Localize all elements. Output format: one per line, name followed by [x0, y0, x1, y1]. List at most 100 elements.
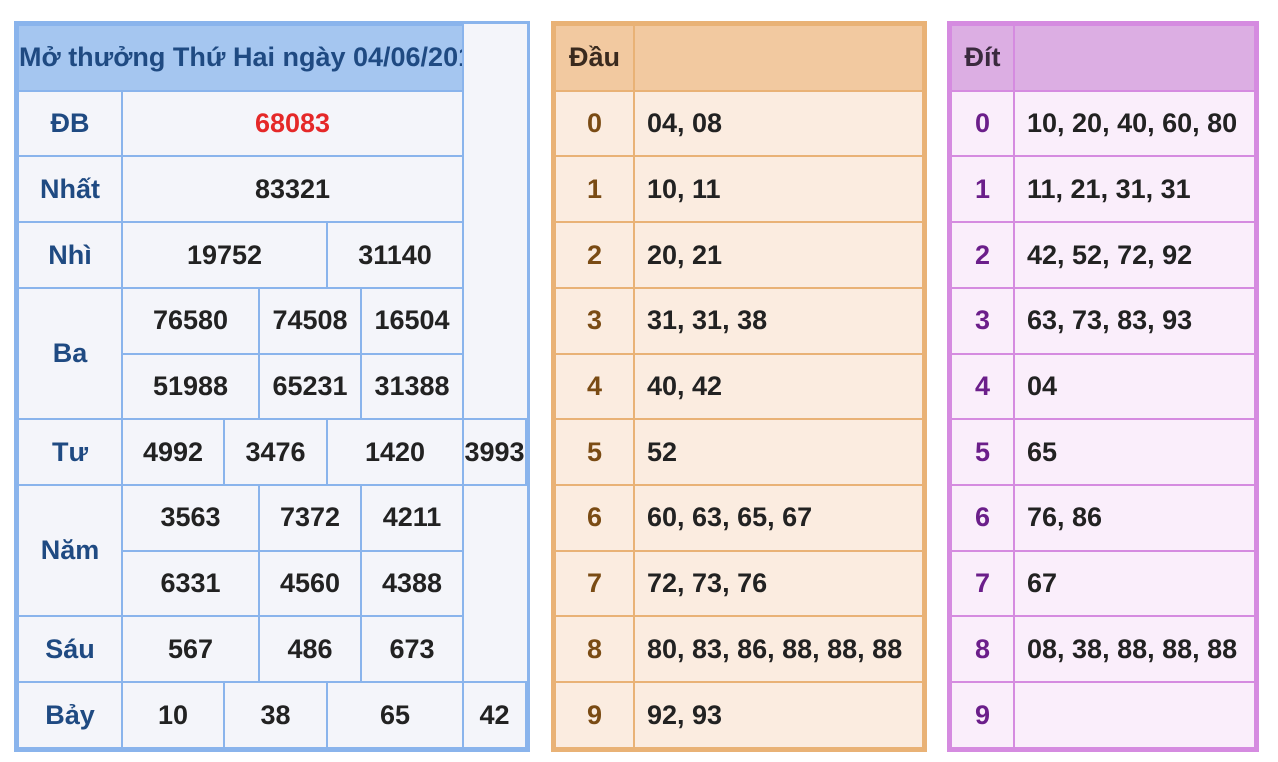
dau-row: 2 20, 21 [554, 221, 924, 289]
dau-key: 7 [554, 549, 635, 618]
dit-key: 9 [950, 681, 1015, 749]
dit-row: 5 65 [950, 418, 1256, 487]
dau-row: 8 80, 83, 86, 88, 88, 88 [554, 615, 924, 684]
dau-key: 5 [554, 418, 635, 487]
dit-values: 63, 73, 83, 93 [1013, 286, 1256, 355]
dit-key: 7 [950, 549, 1015, 618]
dau-header-blank [633, 24, 924, 92]
dit-header: Đít [950, 24, 1015, 92]
dit-values [1013, 681, 1256, 749]
dau-values: 10, 11 [633, 155, 924, 224]
dau-values: 60, 63, 65, 67 [633, 484, 924, 552]
prize-value: 486 [258, 615, 362, 684]
dau-header: Đầu [554, 24, 635, 92]
prize-value: 76580 [121, 286, 260, 355]
prize-row-ba: Ba 76580 74508 16504 [17, 286, 526, 421]
prize-label: ĐB [17, 89, 123, 158]
prize-row-nam: Năm 3563 7372 4211 [17, 484, 526, 618]
prize-value: 4992 [121, 418, 225, 487]
prize-row-bay: Bảy 10 38 65 42 [17, 681, 527, 749]
prize-value: 65 [325, 681, 465, 749]
dit-values: 76, 86 [1013, 484, 1256, 552]
prize-value: 31140 [325, 221, 465, 289]
prize-value: 16504 [359, 286, 465, 355]
prize-label: Tư [17, 418, 123, 487]
dit-row: 7 67 [950, 549, 1256, 618]
dau-header-row: Đầu [554, 24, 924, 92]
dit-key: 3 [950, 286, 1015, 355]
dau-key: 0 [554, 89, 635, 158]
dit-row: 8 08, 38, 88, 88, 88 [950, 615, 1256, 684]
prize-value: 65231 [258, 352, 362, 421]
prize-label: Ba [17, 286, 123, 421]
prize-label: Bảy [17, 681, 123, 749]
dit-row: 0 10, 20, 40, 60, 80 [950, 89, 1256, 158]
dit-header-row: Đít [950, 24, 1256, 92]
dit-key: 5 [950, 418, 1015, 487]
dau-row: 4 40, 42 [554, 352, 924, 421]
dau-row: 0 04, 08 [554, 89, 924, 158]
dau-values: 04, 08 [633, 89, 924, 158]
dit-key: 0 [950, 89, 1015, 158]
prize-value: 3993 [462, 418, 527, 487]
dau-values: 52 [633, 418, 924, 487]
dit-values: 04 [1013, 352, 1256, 421]
dit-key: 4 [950, 352, 1015, 421]
dit-values: 08, 38, 88, 88, 88 [1013, 615, 1256, 684]
dit-row: 4 04 [950, 352, 1256, 421]
prize-value: 3476 [223, 418, 328, 487]
prize-value: 51988 [121, 352, 260, 421]
dau-values: 20, 21 [633, 221, 924, 289]
dau-row: 1 10, 11 [554, 155, 924, 224]
prize-value: 74508 [258, 286, 362, 355]
prize-label: Sáu [17, 615, 123, 684]
prize-value: 567 [121, 615, 260, 684]
dau-values: 72, 73, 76 [633, 549, 924, 618]
results-table: Mở thưởng Thứ Hai ngày 04/06/2018 ĐB 680… [14, 21, 530, 752]
prize-row-db: ĐB 68083 [17, 89, 526, 158]
dau-row: 7 72, 73, 76 [554, 549, 924, 618]
dit-row: 3 63, 73, 83, 93 [950, 286, 1256, 355]
dau-key: 9 [554, 681, 635, 749]
prize-value: 83321 [120, 155, 465, 224]
dit-table: Đít 0 10, 20, 40, 60, 80 1 11, 21, 31, 31 … [947, 21, 1259, 752]
dit-key: 6 [950, 484, 1015, 552]
prize-value: 673 [359, 615, 465, 684]
prize-value: 10 [121, 681, 225, 749]
dau-row: 9 92, 93 [554, 681, 924, 749]
prize-value: 42 [462, 681, 527, 749]
dau-key: 1 [554, 155, 635, 224]
dau-key: 2 [554, 221, 635, 289]
prize-label: Nhì [17, 221, 123, 289]
dit-key: 8 [950, 615, 1015, 684]
dit-key: 1 [950, 155, 1015, 224]
dit-row: 2 42, 52, 72, 92 [950, 221, 1256, 289]
dau-values: 40, 42 [633, 352, 924, 421]
dau-row: 5 52 [554, 418, 924, 487]
dit-key: 2 [950, 221, 1015, 289]
dau-row: 3 31, 31, 38 [554, 286, 924, 355]
dau-key: 4 [554, 352, 635, 421]
prize-label: Năm [17, 484, 123, 618]
prize-label: Nhất [17, 155, 123, 224]
prize-value: 31388 [359, 352, 465, 421]
dit-values: 67 [1013, 549, 1256, 618]
prize-row-sau: Sáu 567 486 673 [17, 615, 526, 684]
prize-value: 4211 [359, 484, 465, 552]
prize-value: 4560 [258, 549, 362, 618]
dau-key: 8 [554, 615, 635, 684]
prize-value: 19752 [121, 221, 328, 289]
dau-values: 31, 31, 38 [633, 286, 924, 355]
prize-row-nhat: Nhất 83321 [17, 155, 526, 224]
prize-row-tu: Tư 4992 3476 1420 3993 [17, 418, 527, 487]
dau-key: 3 [554, 286, 635, 355]
dit-values: 11, 21, 31, 31 [1013, 155, 1256, 224]
dit-values: 10, 20, 40, 60, 80 [1013, 89, 1256, 158]
dit-row: 6 76, 86 [950, 484, 1256, 552]
prize-value: 7372 [258, 484, 362, 552]
prize-value: 3563 [121, 484, 260, 552]
prize-value: 4388 [359, 549, 465, 618]
prize-value-special: 68083 [120, 89, 465, 158]
dit-header-blank [1013, 24, 1256, 92]
dit-row: 9 [950, 681, 1256, 749]
